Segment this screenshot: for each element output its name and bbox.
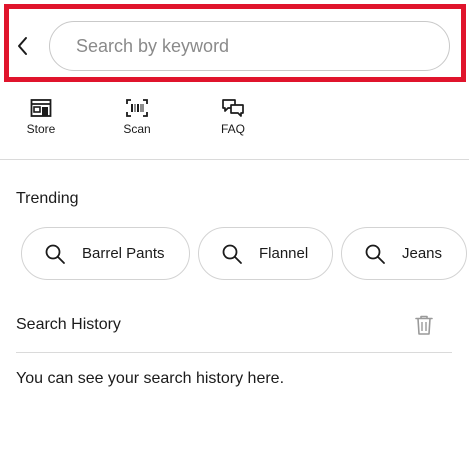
store-shortcut[interactable]: Store <box>11 98 71 142</box>
search-icon <box>222 244 242 264</box>
search-history-empty-text: You can see your search history here. <box>16 370 285 387</box>
search-input[interactable] <box>49 21 450 71</box>
search-icon <box>365 244 385 264</box>
search-history-title: Search History <box>16 316 121 333</box>
section-divider <box>0 159 469 160</box>
scan-label: Scan <box>123 122 151 136</box>
scan-shortcut[interactable]: Scan <box>107 98 167 142</box>
chat-bubbles-icon <box>222 99 244 117</box>
faq-label: FAQ <box>220 122 245 136</box>
store-icon <box>30 99 52 117</box>
chip-label: Barrel Pants <box>82 245 165 262</box>
trending-chip-flannel[interactable]: Flannel <box>198 227 333 280</box>
chip-label: Flannel <box>259 245 309 262</box>
trending-title: Trending <box>16 190 79 207</box>
clear-history-button[interactable] <box>413 314 435 336</box>
trash-icon <box>415 315 433 335</box>
store-label: Store <box>26 122 56 136</box>
chevron-left-icon <box>18 37 27 55</box>
search-icon <box>45 244 65 264</box>
back-button[interactable] <box>14 35 32 57</box>
trending-chip-barrel-pants[interactable]: Barrel Pants <box>21 227 190 280</box>
barcode-scan-icon <box>126 99 148 117</box>
history-divider <box>16 352 452 353</box>
faq-shortcut[interactable]: FAQ <box>203 98 263 142</box>
trending-chip-jeans[interactable]: Jeans <box>341 227 467 280</box>
chip-label: Jeans <box>402 245 443 262</box>
